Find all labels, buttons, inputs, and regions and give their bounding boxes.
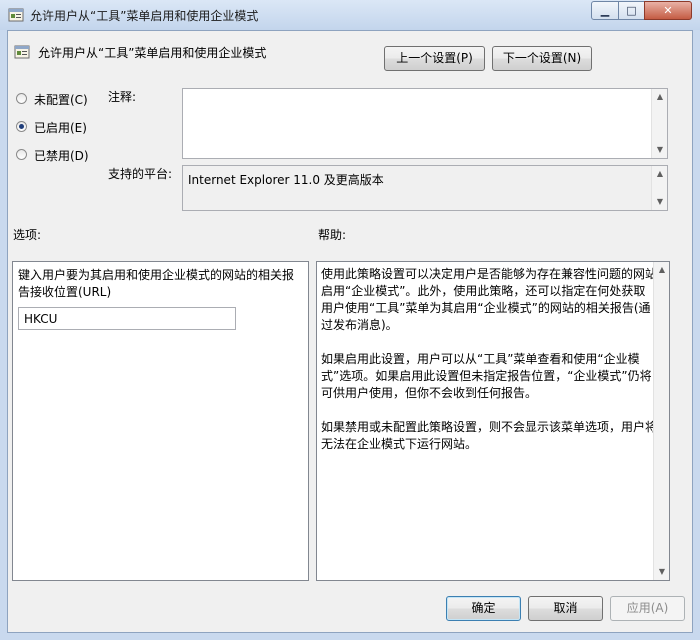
report-location-input[interactable] bbox=[18, 307, 236, 330]
scroll-up-arrow[interactable]: ▲ bbox=[652, 89, 668, 105]
radio-circle[interactable] bbox=[16, 93, 27, 104]
dialog-body: 允许用户从“工具”菜单启用和使用企业模式 上一个设置(P) 下一个设置(N) 未… bbox=[7, 30, 693, 633]
next-setting-button[interactable]: 下一个设置(N) bbox=[492, 46, 592, 71]
platform-box: Internet Explorer 11.0 及更高版本 ▲ ▼ bbox=[182, 165, 668, 211]
platform-label: 支持的平台: bbox=[108, 167, 173, 181]
previous-setting-button[interactable]: 上一个设置(P) bbox=[384, 46, 485, 71]
radio-label: 已启用(E) bbox=[34, 121, 87, 135]
scroll-up-arrow[interactable]: ▲ bbox=[654, 262, 670, 278]
policy-icon bbox=[14, 45, 30, 59]
options-label: 选项: bbox=[13, 228, 42, 242]
radio-circle-selected[interactable] bbox=[16, 121, 27, 132]
radio-circle[interactable] bbox=[16, 149, 27, 160]
scroll-down-arrow[interactable]: ▼ bbox=[654, 564, 670, 580]
help-paragraph: 使用此策略设置可以决定用户是否能够为存在兼容性问题的网站启用“企业模式”。此外，… bbox=[321, 267, 658, 332]
policy-title: 允许用户从“工具”菜单启用和使用企业模式 bbox=[38, 46, 267, 60]
options-description: 键入用户要为其启用和使用企业模式的网站的相关报告接收位置(URL) bbox=[18, 268, 295, 299]
title-bar[interactable]: 允许用户从“工具”菜单启用和使用企业模式 ▁ □ ✕ bbox=[0, 0, 700, 30]
radio-label: 未配置(C) bbox=[34, 93, 88, 107]
cancel-button[interactable]: 取消 bbox=[528, 596, 603, 621]
policy-dialog-window: 允许用户从“工具”菜单启用和使用企业模式 ▁ □ ✕ 允许用户从“工具”菜单启用… bbox=[0, 0, 700, 640]
ok-button[interactable]: 确定 bbox=[446, 596, 521, 621]
help-paragraph: 如果禁用或未配置此策略设置，则不会显示该菜单选项，用户将无法在企业模式下运行网站… bbox=[321, 420, 658, 451]
window-title: 允许用户从“工具”菜单启用和使用企业模式 bbox=[30, 9, 259, 23]
minimize-button[interactable]: ▁ bbox=[591, 1, 619, 20]
help-scrollbar[interactable]: ▲ ▼ bbox=[653, 262, 669, 580]
help-paragraph: 如果启用此设置，用户可以从“工具”菜单查看和使用“企业模式”选项。如果启用此设置… bbox=[321, 352, 652, 400]
policy-settings-icon bbox=[8, 8, 24, 22]
comment-scrollbar[interactable]: ▲ ▼ bbox=[651, 89, 667, 158]
platform-value: Internet Explorer 11.0 及更高版本 bbox=[188, 173, 384, 187]
help-label: 帮助: bbox=[318, 228, 347, 242]
comment-label: 注释: bbox=[108, 90, 137, 104]
close-button[interactable]: ✕ bbox=[644, 1, 692, 20]
maximize-button[interactable]: □ bbox=[618, 1, 645, 20]
scroll-down-arrow[interactable]: ▼ bbox=[652, 194, 668, 210]
options-panel: 键入用户要为其启用和使用企业模式的网站的相关报告接收位置(URL) bbox=[12, 261, 309, 581]
apply-button[interactable]: 应用(A) bbox=[610, 596, 685, 621]
scroll-up-arrow[interactable]: ▲ bbox=[652, 166, 668, 182]
help-text: 使用此策略设置可以决定用户是否能够为存在兼容性问题的网站启用“企业模式”。此外，… bbox=[321, 266, 657, 470]
radio-label: 已禁用(D) bbox=[34, 149, 89, 163]
platform-scrollbar[interactable]: ▲ ▼ bbox=[651, 166, 667, 210]
comment-textarea[interactable]: ▲ ▼ bbox=[182, 88, 668, 159]
help-panel: 使用此策略设置可以决定用户是否能够为存在兼容性问题的网站启用“企业模式”。此外，… bbox=[316, 261, 670, 581]
scroll-down-arrow[interactable]: ▼ bbox=[652, 142, 668, 158]
